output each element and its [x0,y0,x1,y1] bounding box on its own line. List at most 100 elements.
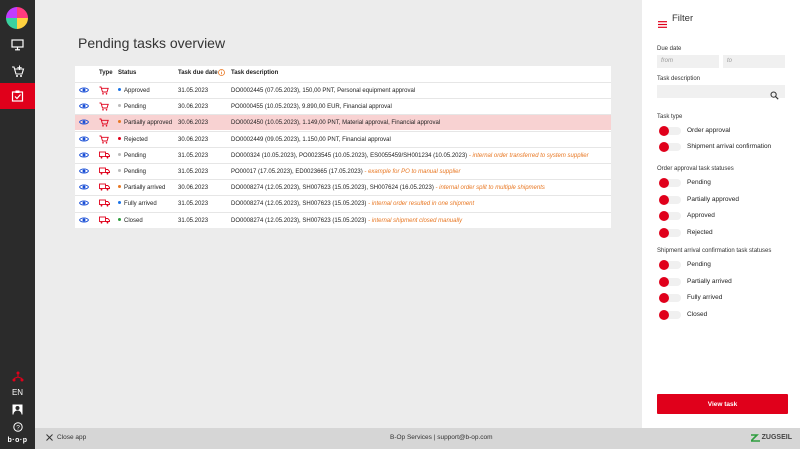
toggle-switch[interactable] [659,141,681,152]
toggle-knob [659,211,669,221]
shipment-status-option[interactable]: Pending [657,259,787,271]
eye-icon[interactable] [78,167,90,177]
task-type-option[interactable]: Order approval [657,125,787,137]
toggle-switch[interactable] [659,227,681,238]
cart-icon [99,118,109,129]
date-to-input[interactable]: to [723,55,785,68]
table-row[interactable]: Fully arrived 31.05.2023 DO0008274 (12.05.… [75,195,611,211]
due-date-cell: 31.05.2023 [178,169,209,175]
toggle-knob [659,194,669,205]
view-task-button[interactable]: View task [657,394,788,414]
toggle-switch[interactable] [659,211,681,221]
description-text: DO000324 (10.05.2023), PO0023545 (10.05.… [231,152,468,159]
toggle-knob [659,293,669,303]
header-status[interactable]: Status [118,70,136,76]
toggle-switch[interactable] [659,194,681,205]
eye-icon[interactable] [78,199,90,209]
table-row[interactable]: Pending 31.05.2023 PO00017 (17.05.2023), E… [75,163,611,179]
date-from-input[interactable]: from [657,55,719,68]
order-status-option[interactable]: Pending [657,177,787,189]
header-due-date[interactable]: Task due date [178,70,218,76]
due-date-label: Due date [657,46,682,52]
table-row[interactable]: Pending 31.05.2023 DO000324 (10.05.2023), … [75,146,611,163]
menu-icon[interactable] [658,15,667,33]
toggle-knob [659,260,669,270]
description-note: - internal order transferred to system s… [467,152,589,159]
description-note: - internal order split to multiple shipm… [433,185,545,192]
status-dot [118,217,121,221]
status-label: Pending [124,169,147,175]
header-type[interactable]: Type [99,70,113,76]
status-badge: Partially approved [118,120,172,126]
status-badge: Pending [118,104,146,110]
eye-icon[interactable] [78,102,90,112]
header-description[interactable]: Task description [231,70,278,76]
table-row[interactable]: Partially arrived 30.06.2023 DO0008274 (12… [75,179,611,195]
eye-icon[interactable] [78,86,90,96]
status-label: Rejected [124,136,148,143]
filter-title: Filter [672,13,694,24]
status-label: Closed [124,217,143,224]
shipment-status-option[interactable]: Partially arrived [657,276,787,288]
brand-logo: b·o·p [7,436,28,444]
toggle-switch[interactable] [659,260,681,270]
task-type-option[interactable]: Shipment arrival confirmation [657,141,787,153]
description-text: PO0000455 (10.05.2023), 9.890,00 EUR, Fi… [231,104,392,111]
toggle-switch[interactable] [659,276,681,287]
table-header: Type Status Task due date Task descripti… [75,66,611,82]
description-cell: PO00017 (17.05.2023), ED0023665 (17.05.2… [231,169,460,175]
status-label: Pending [124,152,147,159]
app-logo[interactable] [6,7,28,29]
order-status-option[interactable]: Approved [657,210,787,222]
description-cell: DO0008274 (12.05.2023), SH007623 (15.05.… [231,218,462,224]
status-dot [118,185,121,189]
status-label: Approved [124,88,150,94]
language-selector[interactable]: EN [0,386,35,398]
description-text: DO0008274 (12.05.2023), SH007623 (15.05.… [231,217,367,224]
info-icon[interactable] [218,69,225,78]
eye-icon[interactable] [78,151,90,161]
eye-icon[interactable] [78,216,90,226]
description-text: DO0008274 (12.05.2023), SH007623 (15.05.… [231,201,367,208]
toggle-switch[interactable] [659,309,681,320]
description-cell: DO0002449 (09.05.2023), 1.150,00 PNT, Fi… [231,137,391,143]
order-status-option[interactable]: Partially approved [657,194,787,206]
description-cell: PO0000455 (10.05.2023), 9.890,00 EUR, Fi… [231,104,392,110]
user-avatar-icon[interactable] [0,402,35,416]
eye-icon[interactable] [78,135,90,145]
status-badge: Partially arrived [118,185,165,191]
shipment-status-option[interactable]: Fully arrived [657,292,787,304]
task-description-input[interactable] [657,85,785,98]
cart-add-icon[interactable] [0,58,35,84]
footer-contact[interactable]: B-Op Services | support@b-op.com [390,434,493,441]
close-app-button[interactable]: Close app [46,434,86,441]
cart-icon [99,102,109,113]
toggle-switch[interactable] [659,126,681,136]
table-row[interactable]: Partially approved 30.06.2023 DO0002450 (1… [75,114,611,131]
toggle-switch[interactable] [659,178,681,188]
status-badge: Pending [118,152,147,159]
table-row[interactable]: Rejected 30.06.2023 DO0002449 (09.05.2023)… [75,130,611,147]
shipment-status-option[interactable]: Closed [657,309,787,321]
truck-icon [99,216,110,226]
monitor-icon[interactable] [0,32,35,58]
eye-icon[interactable] [78,118,90,128]
toggle-knob [659,227,669,238]
status-badge: Closed [118,217,143,224]
network-icon[interactable] [0,369,35,383]
table-row[interactable]: Approved 31.05.2023 DO0002445 (07.05.2023)… [75,82,611,98]
tasks-table: Type Status Task due date Task descripti… [75,66,611,228]
due-date-cell: 30.06.2023 [178,120,209,127]
order-status-option[interactable]: Rejected [657,227,787,239]
left-navigation: EN ? b·o·p [0,0,35,449]
task-description-label: Task description [657,76,701,82]
search-icon[interactable] [770,87,779,105]
table-row[interactable]: Pending 30.06.2023 PO0000455 (10.05.2023),… [75,98,611,114]
status-badge: Approved [118,87,150,94]
tasks-icon[interactable] [0,83,35,109]
toggle-switch[interactable] [659,293,681,303]
eye-icon[interactable] [78,183,90,193]
footer-logo: ZUGSEIL [750,433,792,442]
help-icon[interactable]: ? [0,421,35,433]
table-row[interactable]: Closed 31.05.2023 DO0008274 (12.05.2023), … [75,211,611,228]
